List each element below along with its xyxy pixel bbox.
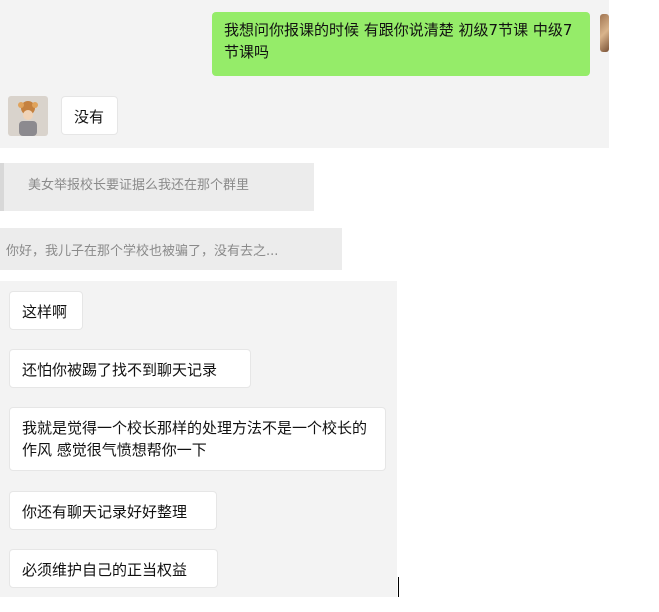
received-message-bubble[interactable]: 必须维护自己的正当权益 <box>9 549 218 588</box>
contact-avatar-image <box>8 96 48 136</box>
quoted-message-2[interactable]: 你好，我儿子在那个学校也被骗了，没有去之... <box>0 228 342 270</box>
received-message-bubble[interactable]: 我就是觉得一个校长那样的处理方法不是一个校长的作风 感觉很气愤想帮你一下 <box>9 407 386 471</box>
received-message-bubble[interactable]: 还怕你被踢了找不到聊天记录 <box>9 349 251 388</box>
sent-message-bubble[interactable]: 我想问你报课的时候 有跟你说清楚 初级7节课 中级7节课吗 <box>212 12 590 76</box>
received-message-text: 还怕你被踢了找不到聊天记录 <box>22 361 218 379</box>
received-message-bubble[interactable]: 你还有聊天记录好好整理 <box>9 491 217 530</box>
self-avatar[interactable] <box>600 14 609 52</box>
received-message-bubble[interactable]: 这样啊 <box>9 291 83 330</box>
received-message-text: 必须维护自己的正当权益 <box>22 561 188 579</box>
quoted-message-2-text: 你好，我儿子在那个学校也被骗了，没有去之... <box>6 244 279 259</box>
received-message-text: 我就是觉得一个校长那样的处理方法不是一个校长的作风 感觉很气愤想帮你一下 <box>22 419 368 459</box>
quoted-message-1[interactable]: 美女举报校长要证据么我还在那个群里 <box>0 163 314 211</box>
quoted-message-1-text: 美女举报校长要证据么我还在那个群里 <box>28 178 250 193</box>
sent-message-text: 我想问你报课的时候 有跟你说清楚 初级7节课 中级7节课吗 <box>224 21 573 61</box>
chat-panel-bottom: 这样啊 还怕你被踢了找不到聊天记录 我就是觉得一个校长那样的处理方法不是一个校长… <box>0 281 397 597</box>
received-message-text: 没有 <box>74 108 105 126</box>
contact-avatar[interactable] <box>8 96 48 136</box>
received-message-text: 这样啊 <box>22 303 68 321</box>
chat-screenshot-collage: 我想问你报课的时候 有跟你说清楚 初级7节课 中级7节课吗 没有 美女举报校长要… <box>0 0 659 612</box>
received-message-text: 你还有聊天记录好好整理 <box>22 503 188 521</box>
chat-panel-top: 我想问你报课的时候 有跟你说清楚 初级7节课 中级7节课吗 没有 <box>0 0 609 148</box>
received-message-bubble[interactable]: 没有 <box>61 96 118 135</box>
text-cursor <box>398 577 399 597</box>
